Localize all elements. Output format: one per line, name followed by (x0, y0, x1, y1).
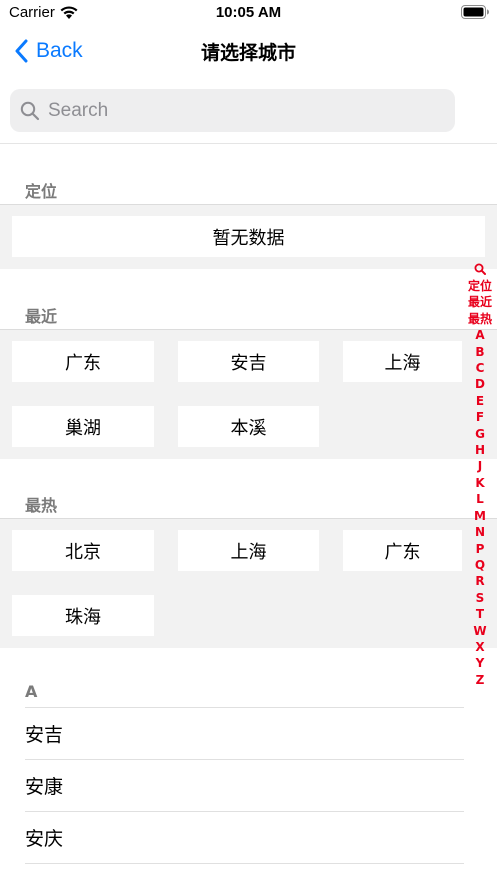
recent-city-chip[interactable]: 安吉 (178, 341, 319, 382)
index-item[interactable]: P (476, 541, 485, 557)
battery-icon (461, 5, 489, 19)
index-item[interactable]: Q (475, 557, 485, 573)
search-bar[interactable] (10, 89, 455, 132)
hot-city-chip[interactable]: 上海 (178, 530, 319, 571)
index-item[interactable]: M (474, 508, 486, 524)
recent-block: 广东 安吉 上海 巢湖 本溪 (0, 329, 497, 459)
index-item[interactable]: X (475, 639, 484, 655)
index-item[interactable]: C (476, 360, 485, 376)
index-item[interactable]: 最近 (468, 294, 492, 310)
index-item[interactable]: G (475, 426, 485, 442)
index-item[interactable]: L (476, 491, 484, 507)
location-block: 暂无数据 (0, 204, 497, 269)
index-item[interactable]: Y (476, 655, 485, 671)
recent-city-chip[interactable]: 广东 (12, 341, 154, 382)
index-item[interactable]: K (475, 475, 484, 491)
status-time: 10:05 AM (215, 4, 282, 21)
recent-city-chip[interactable]: 巢湖 (12, 406, 154, 447)
index-item[interactable]: J (478, 458, 482, 474)
location-empty-chip: 暂无数据 (12, 216, 485, 257)
section-header-a: A (25, 682, 38, 701)
index-item[interactable]: A (475, 327, 484, 343)
index-item[interactable]: F (476, 409, 484, 425)
index-item[interactable]: 定位 (468, 278, 492, 294)
search-input[interactable] (48, 99, 428, 122)
divider (0, 143, 497, 144)
hot-city-chip[interactable]: 广东 (343, 530, 462, 571)
hot-block: 北京 上海 广东 珠海 (0, 518, 497, 648)
index-item[interactable]: B (475, 344, 484, 360)
index-item[interactable]: Z (476, 672, 485, 688)
section-index-bar[interactable]: 定位 最近 最热 A B C D E F G H J K L M N P Q R… (463, 260, 497, 688)
index-item[interactable]: D (475, 376, 485, 392)
search-icon (474, 263, 486, 275)
section-header-location: 定位 (25, 182, 58, 201)
recent-city-chip[interactable]: 上海 (343, 341, 462, 382)
index-item[interactable]: 最热 (468, 311, 492, 327)
index-search-icon[interactable] (474, 260, 486, 278)
hot-city-chip[interactable]: 珠海 (12, 595, 154, 636)
search-icon (20, 101, 40, 120)
status-bar: Carrier 10:05 AM (0, 0, 497, 26)
index-item[interactable]: N (475, 524, 485, 540)
recent-city-chip[interactable]: 本溪 (178, 406, 319, 447)
index-item[interactable]: E (476, 393, 484, 409)
section-header-recent: 最近 (25, 307, 58, 326)
hot-city-chip[interactable]: 北京 (12, 530, 154, 571)
index-item[interactable]: R (475, 573, 484, 589)
index-item[interactable]: S (476, 590, 485, 606)
city-list-item[interactable]: 安康 (25, 760, 464, 812)
index-item[interactable]: T (476, 606, 484, 622)
page-title: 请选择城市 (200, 42, 296, 64)
navigation-bar: Back 请选择城市 (0, 26, 497, 76)
index-item[interactable]: W (473, 623, 486, 639)
section-header-hot: 最热 (25, 496, 58, 515)
city-list-item[interactable]: 安吉 (25, 708, 464, 760)
index-item[interactable]: H (475, 442, 485, 458)
city-list-item[interactable]: 安庆 (25, 812, 464, 864)
